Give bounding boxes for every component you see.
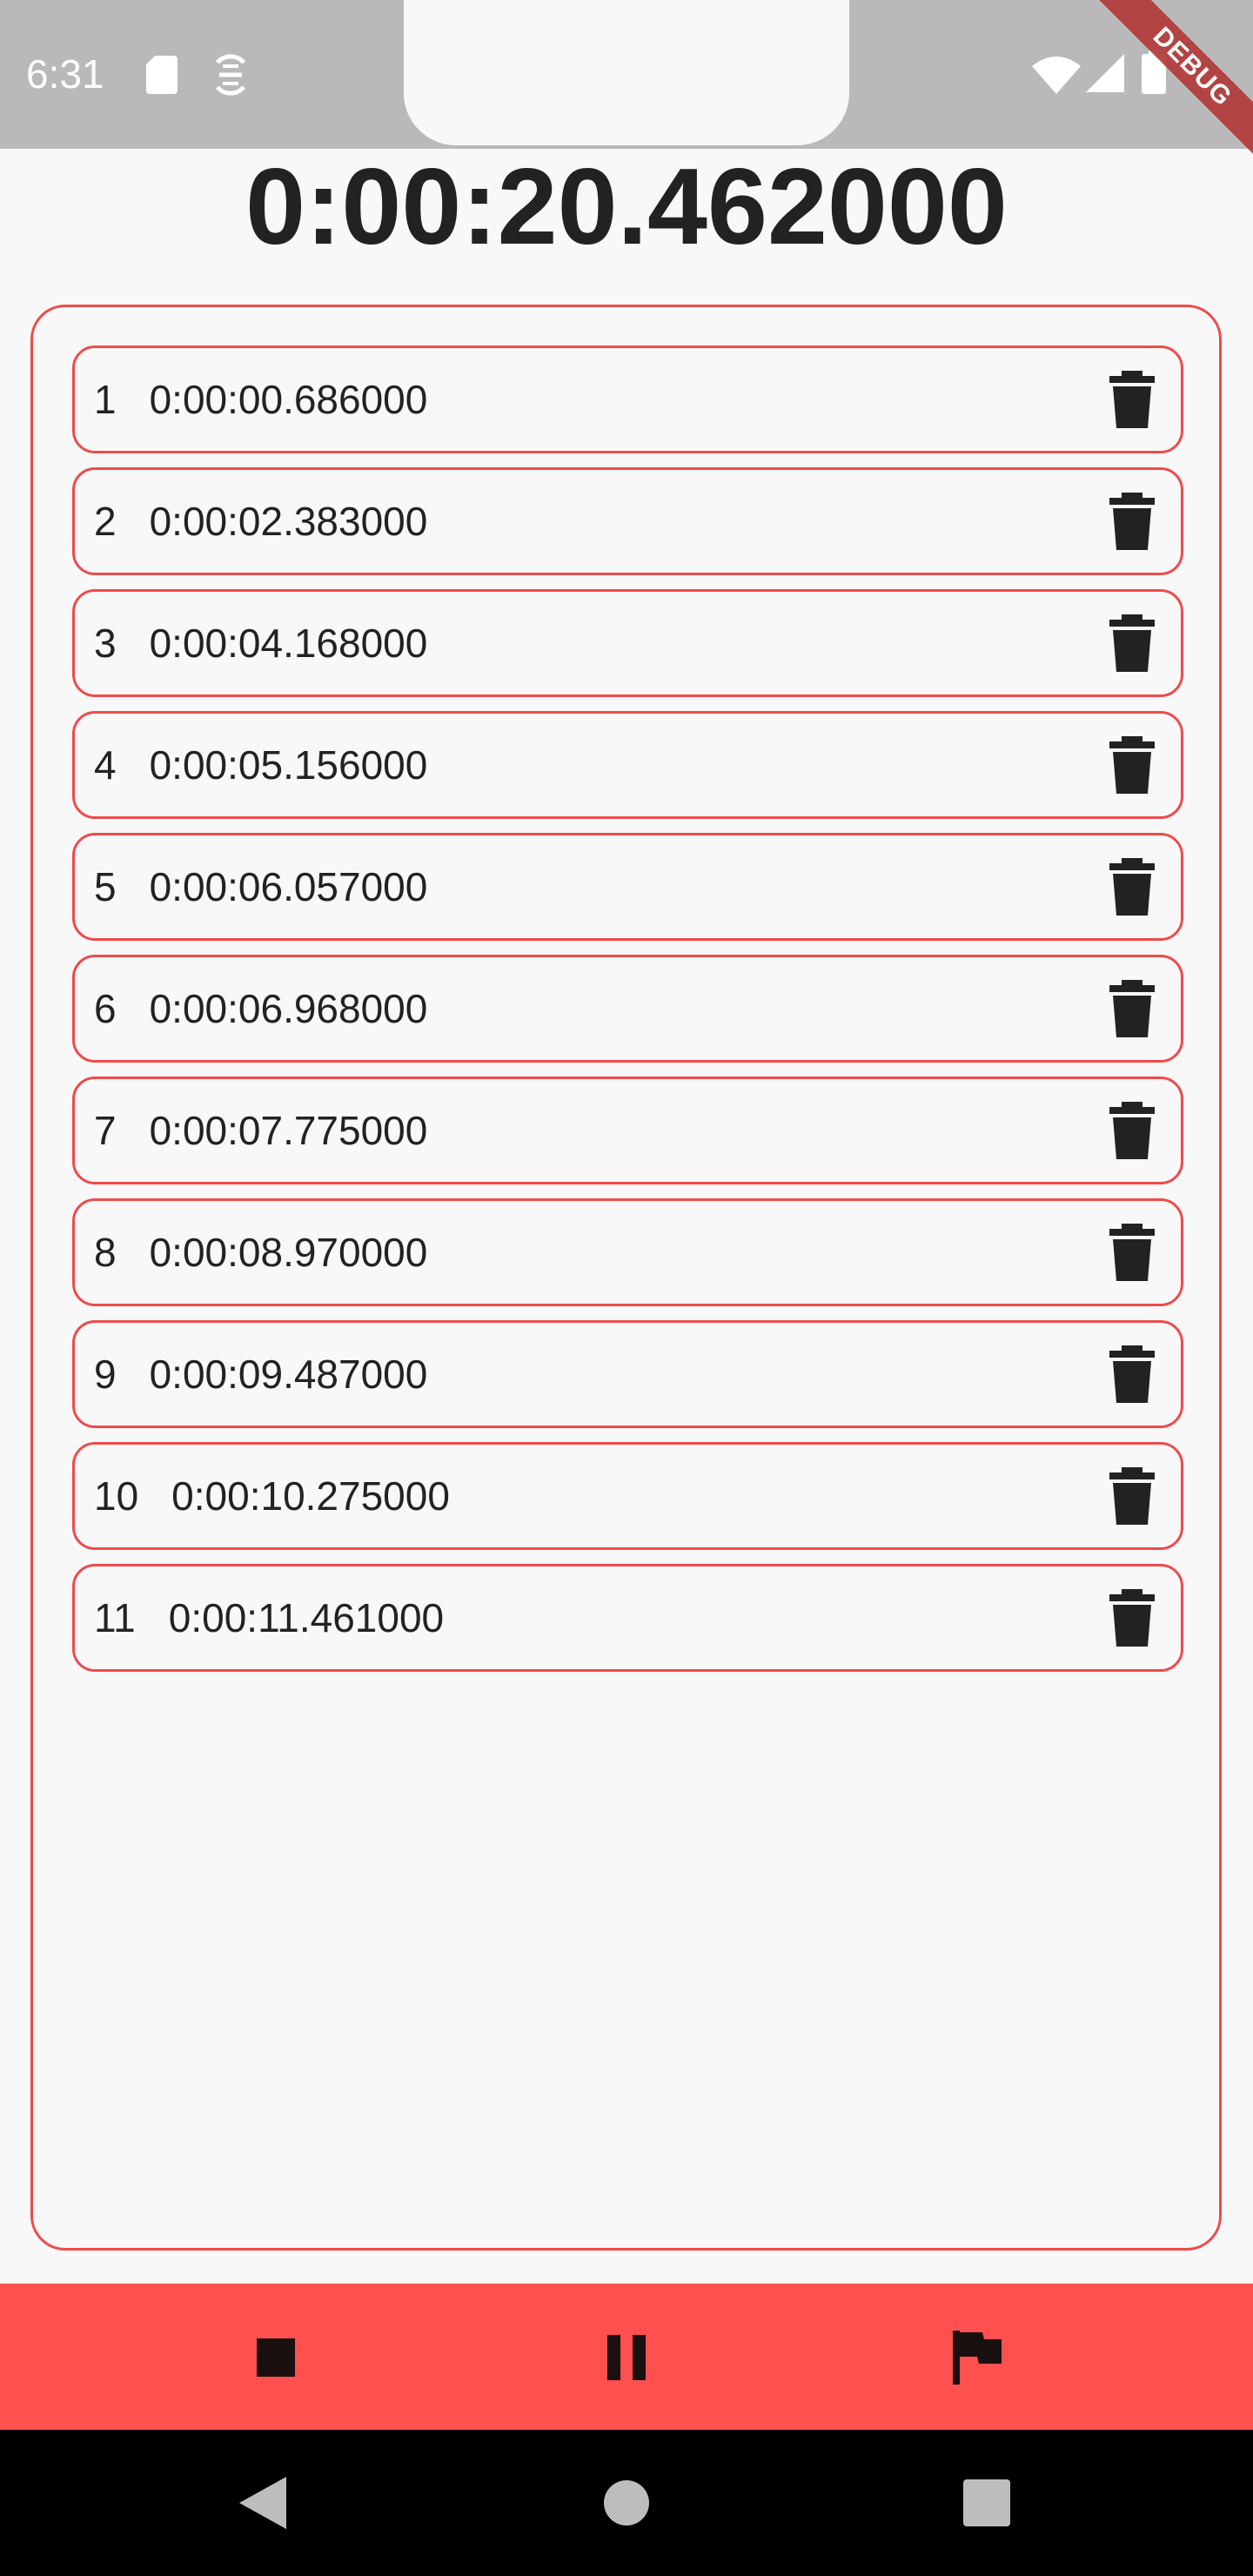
- pause-button[interactable]: [587, 2318, 666, 2397]
- recents-icon: [963, 2479, 1010, 2526]
- lap-number: 1: [94, 377, 117, 422]
- delete-lap-icon[interactable]: [1108, 1589, 1156, 1647]
- status-bar: 6:31: [0, 0, 1253, 149]
- lap-time: 0:00:06.968000: [149, 986, 428, 1031]
- lap-time: 0:00:10.275000: [171, 1473, 450, 1519]
- lap-time: 0:00:11.461000: [168, 1595, 445, 1640]
- delete-lap-icon[interactable]: [1108, 1345, 1156, 1403]
- lap-time: 0:00:00.686000: [149, 377, 428, 422]
- pause-icon: [607, 2335, 646, 2380]
- sync-icon: [215, 54, 246, 96]
- lap-list: 1 0:00:00.686000 2 0:00:02.383000 3 0:00…: [72, 345, 1183, 1686]
- laps-panel: 1 0:00:00.686000 2 0:00:02.383000 3 0:00…: [30, 305, 1222, 2251]
- lap-number: 5: [94, 864, 117, 909]
- lap-item: 9 0:00:09.487000: [72, 1320, 1183, 1428]
- lap-time: 0:00:07.775000: [149, 1108, 428, 1153]
- sd-card-icon: [146, 56, 178, 94]
- delete-lap-icon[interactable]: [1108, 858, 1156, 916]
- lap-number: 11: [94, 1595, 136, 1640]
- back-button[interactable]: [228, 2468, 298, 2538]
- lap-time: 0:00:08.970000: [149, 1230, 428, 1275]
- lap-time: 0:00:05.156000: [149, 742, 428, 788]
- display-notch: [404, 0, 849, 145]
- home-icon: [604, 2480, 649, 2526]
- signal-icon: [1086, 54, 1124, 92]
- lap-number: 3: [94, 621, 117, 666]
- lap-item: 2 0:00:02.383000: [72, 467, 1183, 575]
- home-button[interactable]: [592, 2468, 661, 2538]
- lap-number: 4: [94, 742, 117, 788]
- recents-button[interactable]: [952, 2468, 1022, 2538]
- lap-item: 7 0:00:07.775000: [72, 1077, 1183, 1184]
- delete-lap-icon[interactable]: [1108, 980, 1156, 1037]
- lap-number: 8: [94, 1230, 117, 1275]
- delete-lap-icon[interactable]: [1108, 1224, 1156, 1281]
- delete-lap-icon[interactable]: [1108, 371, 1156, 428]
- lap-number: 7: [94, 1108, 117, 1153]
- lap-item: 3 0:00:04.168000: [72, 589, 1183, 697]
- lap-item: 5 0:00:06.057000: [72, 833, 1183, 941]
- lap-item: 11 0:00:11.461000: [72, 1564, 1183, 1672]
- elapsed-time-display: 0:00:20.462000: [245, 147, 1008, 267]
- lap-item: 4 0:00:05.156000: [72, 711, 1183, 819]
- system-navigation-bar: [0, 2430, 1253, 2576]
- delete-lap-icon[interactable]: [1108, 493, 1156, 550]
- flag-icon: [953, 2331, 1002, 2385]
- delete-lap-icon[interactable]: [1108, 1467, 1156, 1525]
- lap-number: 6: [94, 986, 117, 1031]
- status-time: 6:31: [26, 51, 104, 97]
- stop-icon: [257, 2338, 295, 2377]
- lap-time: 0:00:04.168000: [149, 621, 428, 666]
- lap-time: 0:00:02.383000: [149, 499, 428, 544]
- lap-item: 6 0:00:06.968000: [72, 955, 1183, 1063]
- back-icon: [239, 2477, 286, 2529]
- stop-button[interactable]: [237, 2318, 315, 2397]
- stopwatch-controls: [0, 2284, 1253, 2430]
- lap-time: 0:00:09.487000: [149, 1352, 428, 1397]
- lap-time: 0:00:06.057000: [149, 864, 428, 909]
- lap-number: 10: [94, 1473, 139, 1519]
- wifi-icon: [1032, 57, 1081, 94]
- delete-lap-icon[interactable]: [1108, 1102, 1156, 1159]
- lap-item: 10 0:00:10.275000: [72, 1442, 1183, 1550]
- lap-item: 8 0:00:08.970000: [72, 1198, 1183, 1306]
- delete-lap-icon[interactable]: [1108, 614, 1156, 672]
- lap-number: 9: [94, 1352, 117, 1397]
- lap-item: 1 0:00:00.686000: [72, 345, 1183, 453]
- lap-number: 2: [94, 499, 117, 544]
- lap-flag-button[interactable]: [938, 2318, 1016, 2397]
- delete-lap-icon[interactable]: [1108, 736, 1156, 794]
